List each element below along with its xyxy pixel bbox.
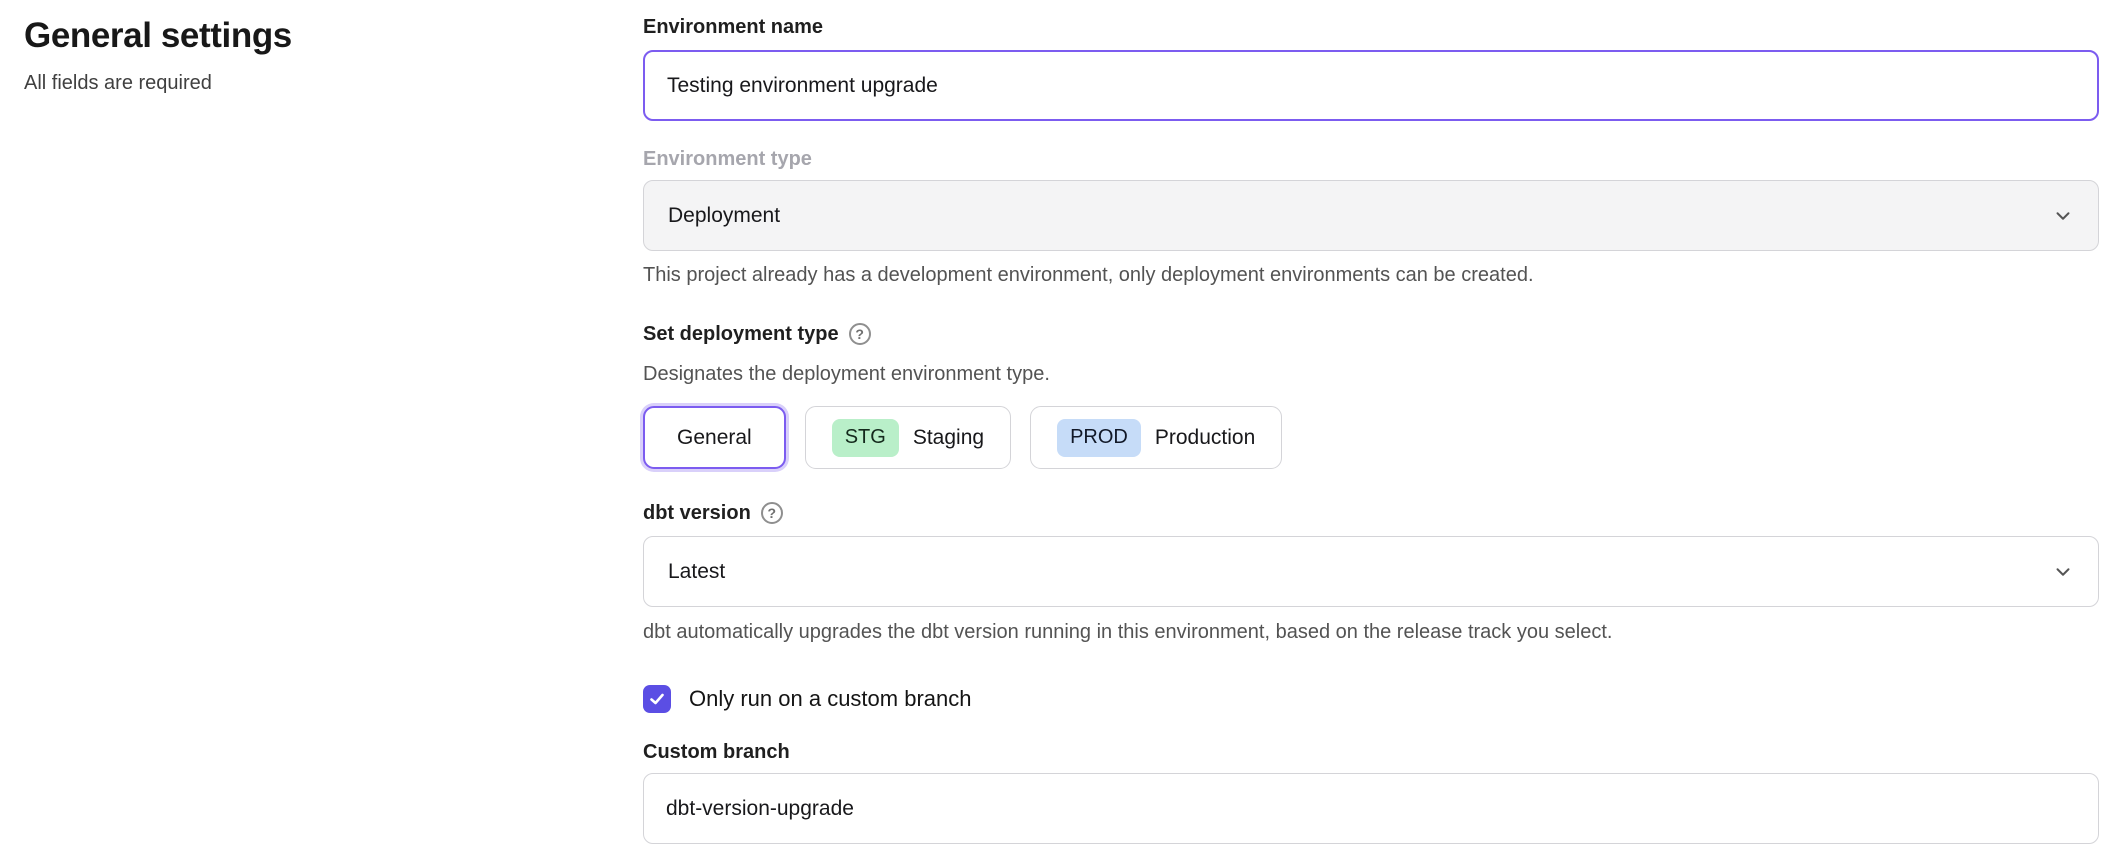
check-icon [648,690,666,708]
environment-name-input[interactable] [643,50,2099,121]
chevron-down-icon [2052,561,2074,583]
deployment-type-general-label: General [677,426,752,450]
deployment-type-staging-button[interactable]: STG Staging [805,406,1011,469]
deployment-type-general-button[interactable]: General [643,406,786,469]
deployment-type-production-button[interactable]: PROD Production [1030,406,1282,469]
dbt-version-select[interactable]: Latest [643,536,2099,607]
environment-type-value: Deployment [668,204,780,228]
page-subtitle: All fields are required [24,72,643,95]
custom-branch-checkbox-row[interactable]: Only run on a custom branch [643,685,2099,713]
deployment-type-helper: Designates the deployment environment ty… [643,361,2099,387]
deployment-type-options: General STG Staging PROD Production [643,406,2099,469]
settings-header: General settings All fields are required [0,0,643,844]
page-title: General settings [24,16,643,56]
deployment-type-production-label: Production [1155,426,1255,450]
production-badge: PROD [1057,419,1141,457]
chevron-down-icon [2052,205,2074,227]
environment-name-label: Environment name [643,14,2099,40]
dbt-version-helper: dbt automatically upgrades the dbt versi… [643,619,2099,645]
custom-branch-checkbox-label: Only run on a custom branch [689,686,971,712]
environment-type-helper: This project already has a development e… [643,262,2099,288]
dbt-version-value: Latest [668,560,725,584]
help-icon[interactable]: ? [761,502,783,524]
custom-branch-checkbox[interactable] [643,685,671,713]
custom-branch-input[interactable] [643,773,2099,844]
dbt-version-label-row: dbt version ? [643,500,2099,526]
custom-branch-label: Custom branch [643,739,2099,765]
environment-settings-page: General settings All fields are required… [0,0,2116,844]
deployment-type-label-row: Set deployment type ? [643,321,2099,347]
environment-form: Environment name Environment type Deploy… [643,0,2099,844]
dbt-version-label: dbt version [643,500,751,526]
deployment-type-staging-label: Staging [913,426,984,450]
staging-badge: STG [832,419,899,457]
environment-type-select: Deployment [643,180,2099,251]
help-icon[interactable]: ? [849,323,871,345]
deployment-type-label: Set deployment type [643,321,839,347]
environment-type-label: Environment type [643,146,2099,172]
